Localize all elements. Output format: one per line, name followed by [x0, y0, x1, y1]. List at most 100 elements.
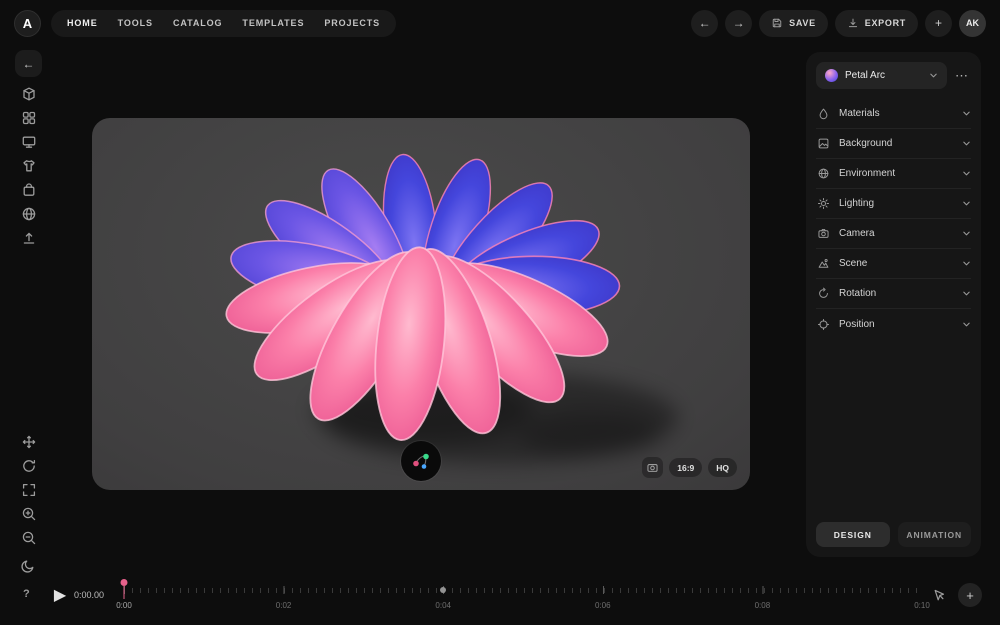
arrow-left-icon: ← [22, 56, 35, 71]
main-nav: HOME TOOLS CATALOG TEMPLATES PROJECTS [51, 9, 397, 37]
redo-button[interactable]: → [725, 9, 753, 37]
bag-icon[interactable] [21, 182, 37, 198]
nav-item-tools[interactable]: TOOLS [118, 18, 153, 28]
upload-icon[interactable] [21, 230, 37, 246]
object-tools-group [15, 86, 42, 246]
nav-item-templates[interactable]: TEMPLATES [242, 18, 304, 28]
section-position[interactable]: Position [816, 309, 971, 339]
section-label: Scene [839, 258, 868, 269]
tick-label: 0:02 [275, 601, 292, 610]
timeline-ruler[interactable]: 0:00 0:02 0:04 0:06 0:08 0:10 [116, 575, 930, 615]
pointer-tool-button[interactable] [932, 588, 950, 603]
panel-header: Petal Arc ⋯ [816, 62, 971, 89]
playhead-dot [120, 579, 128, 586]
current-time: 0:00.00 [74, 590, 105, 600]
export-label: EXPORT [864, 18, 906, 28]
new-project-button[interactable]: + [925, 9, 952, 37]
zoom-out-icon[interactable] [21, 530, 37, 546]
topbar-actions: ← → SAVE EXPORT + AK [691, 9, 986, 37]
section-scene[interactable]: Scene [816, 249, 971, 279]
chevron-down-icon [963, 171, 970, 176]
back-button[interactable]: ← [15, 50, 42, 77]
image-frame-icon [816, 137, 831, 150]
move-icon[interactable] [21, 434, 37, 450]
keyframe-marker[interactable] [440, 587, 447, 593]
snapshot-camera-button[interactable] [642, 457, 664, 478]
cursor-icon [934, 589, 945, 600]
viewport-canvas[interactable]: 16:9 HQ [92, 118, 750, 490]
playhead[interactable] [120, 579, 128, 599]
arrow-right-icon: → [732, 16, 745, 30]
left-toolbar: ← ? [15, 50, 42, 625]
tick-label: 0:10 [914, 601, 930, 610]
section-label: Background [839, 138, 893, 149]
object-selector-dropdown[interactable]: Petal Arc [816, 62, 947, 89]
section-list: Materials Background Environment Lightin… [816, 99, 971, 339]
help-button[interactable]: ? [23, 588, 30, 600]
fullscreen-icon[interactable] [21, 482, 37, 498]
section-materials[interactable]: Materials [816, 99, 971, 129]
avatar-initials: AK [966, 18, 979, 28]
chevron-down-icon [963, 322, 970, 326]
view-tools-group [15, 434, 42, 546]
tick-label: 0:00 [116, 601, 132, 610]
section-rotation[interactable]: Rotation [816, 279, 971, 309]
monitor-icon[interactable] [21, 134, 37, 150]
play-button[interactable]: ▶ [50, 585, 70, 605]
zoom-in-icon[interactable] [21, 506, 37, 522]
section-label: Lighting [839, 198, 875, 209]
tab-animation[interactable]: ANIMATION [897, 522, 971, 547]
major-ticks [124, 586, 922, 594]
plus-icon: + [966, 587, 974, 603]
section-background[interactable]: Background [816, 129, 971, 159]
timeline-bar: ▶ 0:00.00 0:00 0:02 0:04 0:06 0:08 0:10 … [50, 575, 982, 615]
quality-badge[interactable]: HQ [708, 458, 737, 477]
arrow-left-icon: ← [698, 16, 711, 30]
droplet-icon [816, 107, 831, 120]
mountain-scene-icon [816, 257, 831, 270]
crosshair-icon [816, 318, 831, 331]
nav-item-projects[interactable]: PROJECTS [324, 18, 380, 28]
section-label: Rotation [839, 288, 877, 299]
section-label: Position [839, 318, 875, 330]
nav-item-catalog[interactable]: CATALOG [173, 18, 222, 28]
globe-icon [816, 167, 831, 180]
more-options-button[interactable]: ⋯ [953, 68, 971, 84]
refresh-icon[interactable] [21, 458, 37, 474]
shirt-icon[interactable] [21, 158, 37, 174]
section-camera[interactable]: Camera [816, 219, 971, 249]
playhead-line [123, 586, 125, 599]
tick-label: 0:06 [595, 601, 611, 610]
aspect-ratio-badge[interactable]: 16:9 [669, 458, 703, 477]
tab-design[interactable]: DESIGN [816, 522, 890, 547]
camera-icon [647, 464, 658, 472]
node-graph-badge[interactable] [401, 441, 441, 481]
undo-button[interactable]: ← [691, 9, 719, 37]
globe-icon[interactable] [21, 206, 37, 222]
save-icon [771, 17, 783, 29]
section-label: Camera [839, 228, 875, 239]
save-button[interactable]: SAVE [759, 9, 828, 37]
box-icon[interactable] [21, 86, 37, 102]
sun-icon [816, 197, 831, 210]
petal-arc-3d-model [225, 153, 678, 464]
node-graph-icon [413, 453, 429, 469]
selected-object-name: Petal Arc [845, 70, 886, 81]
dark-mode-moon-icon[interactable] [20, 558, 36, 574]
properties-panel: Petal Arc ⋯ Materials Background Environ… [806, 52, 981, 557]
section-lighting[interactable]: Lighting [816, 189, 971, 219]
top-bar: A HOME TOOLS CATALOG TEMPLATES PROJECTS … [0, 0, 1000, 46]
chevron-down-icon [963, 201, 970, 206]
shapes-grid-icon[interactable] [21, 110, 37, 126]
section-environment[interactable]: Environment [816, 159, 971, 189]
nav-item-home[interactable]: HOME [67, 18, 98, 28]
avatar[interactable]: AK [959, 9, 986, 37]
panel-tabs: DESIGN ANIMATION [816, 522, 971, 547]
export-button[interactable]: EXPORT [834, 9, 918, 37]
app-logo[interactable]: A [14, 9, 41, 37]
object-thumbnail-icon [825, 69, 838, 82]
add-keyframe-button[interactable]: + [958, 583, 982, 607]
section-label: Materials [839, 108, 880, 119]
logo-mark-icon: A [22, 15, 33, 31]
download-icon [847, 17, 859, 29]
